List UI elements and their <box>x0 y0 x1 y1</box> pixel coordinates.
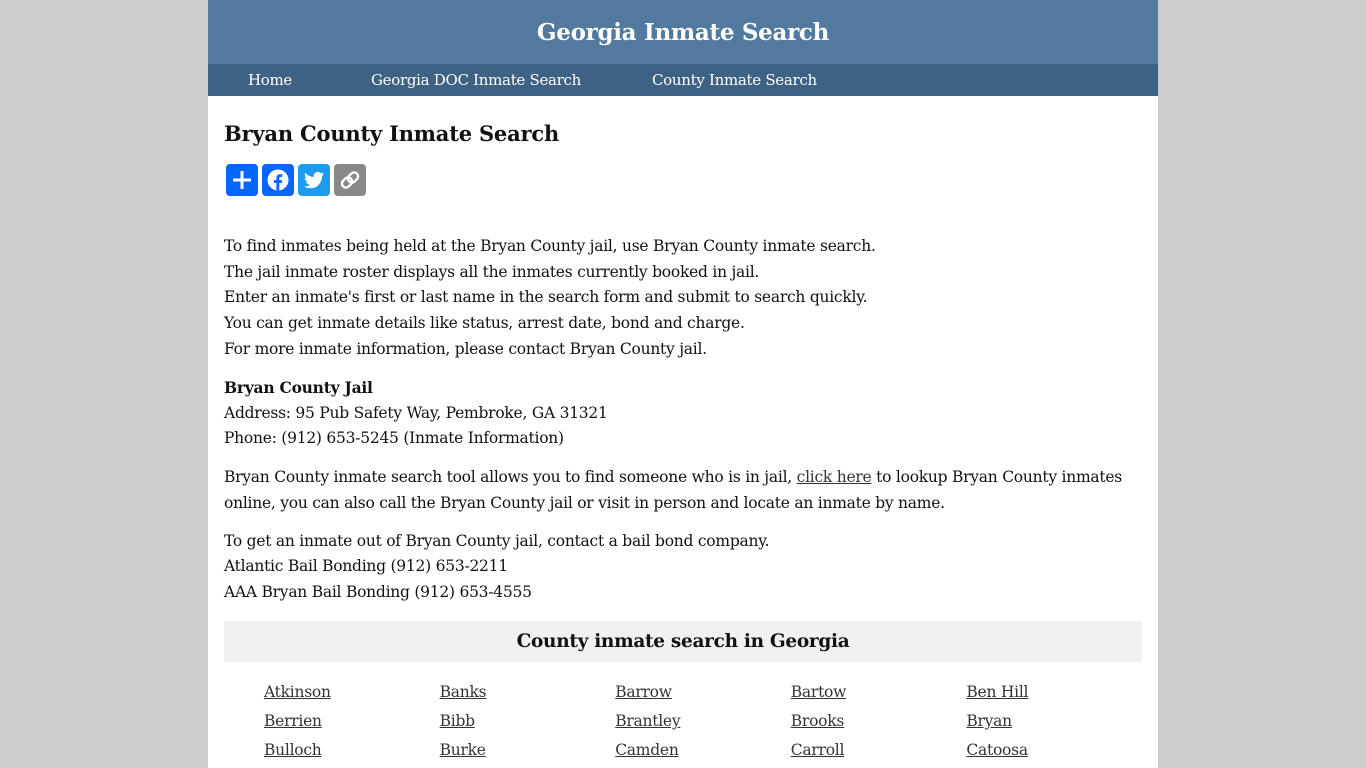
facebook-share-button[interactable] <box>262 164 294 196</box>
county-link[interactable]: Banks <box>440 683 487 701</box>
intro-line: For more inmate information, please cont… <box>224 340 707 358</box>
county-link[interactable]: Brooks <box>791 712 845 730</box>
site-header: Georgia Inmate Search <box>208 0 1158 64</box>
county-link[interactable]: Carroll <box>791 741 845 759</box>
county-links-grid: Atkinson Banks Barrow Bartow Ben Hill Be… <box>264 682 1144 768</box>
click-here-link[interactable]: click here <box>797 468 872 486</box>
county-link[interactable]: Bartow <box>791 683 847 701</box>
intro-line: The jail inmate roster displays all the … <box>224 263 760 281</box>
share-button[interactable] <box>226 164 258 196</box>
intro-line: You can get inmate details like status, … <box>224 314 745 332</box>
county-link[interactable]: Berrien <box>264 712 322 730</box>
copy-link-button[interactable] <box>334 164 366 196</box>
county-section-title: County inmate search in Georgia <box>516 631 850 652</box>
page-title: Bryan County Inmate Search <box>224 121 560 146</box>
intro-line: Enter an inmate's first or last name in … <box>224 288 868 306</box>
bail-company: Atlantic Bail Bonding (912) 653-2211 <box>224 557 508 575</box>
jail-address: Address: 95 Pub Safety Way, Pembroke, GA… <box>224 404 608 422</box>
county-link[interactable]: Bulloch <box>264 741 322 759</box>
bail-intro: To get an inmate out of Bryan County jai… <box>224 532 770 550</box>
nav-county-inmate-search[interactable]: County Inmate Search <box>652 64 817 96</box>
nav-georgia-doc-inmate-search[interactable]: Georgia DOC Inmate Search <box>371 64 581 96</box>
county-link[interactable]: Bibb <box>440 712 475 730</box>
county-link[interactable]: Brantley <box>615 712 680 730</box>
nav-home[interactable]: Home <box>248 64 292 96</box>
twitter-share-button[interactable] <box>298 164 330 196</box>
page-container: Georgia Inmate Search Home Georgia DOC I… <box>208 0 1158 768</box>
search-tool-paragraph: Bryan County inmate search tool allows y… <box>224 465 1142 516</box>
county-link[interactable]: Barrow <box>615 683 672 701</box>
main-nav: Home Georgia DOC Inmate Search County In… <box>208 64 1158 96</box>
link-icon <box>340 171 360 189</box>
bail-company: AAA Bryan Bail Bonding (912) 653-4555 <box>224 583 532 601</box>
search-tool-text: Bryan County inmate search tool allows y… <box>224 468 797 486</box>
county-link[interactable]: Ben Hill <box>966 683 1028 701</box>
share-bar <box>226 164 366 196</box>
county-link[interactable]: Atkinson <box>264 683 331 701</box>
jail-phone: Phone: (912) 653-5245 (Inmate Informatio… <box>224 429 564 447</box>
county-section-header: County inmate search in Georgia <box>224 621 1142 662</box>
county-link[interactable]: Catoosa <box>966 741 1028 759</box>
county-link[interactable]: Camden <box>615 741 679 759</box>
site-title[interactable]: Georgia Inmate Search <box>537 19 829 46</box>
facebook-icon <box>267 169 289 191</box>
county-link[interactable]: Bryan <box>966 712 1012 730</box>
twitter-icon <box>304 171 324 189</box>
intro-line: To find inmates being held at the Bryan … <box>224 237 876 255</box>
county-link[interactable]: Burke <box>440 741 486 759</box>
jail-name: Bryan County Jail <box>224 378 373 397</box>
plus-icon <box>233 171 251 189</box>
